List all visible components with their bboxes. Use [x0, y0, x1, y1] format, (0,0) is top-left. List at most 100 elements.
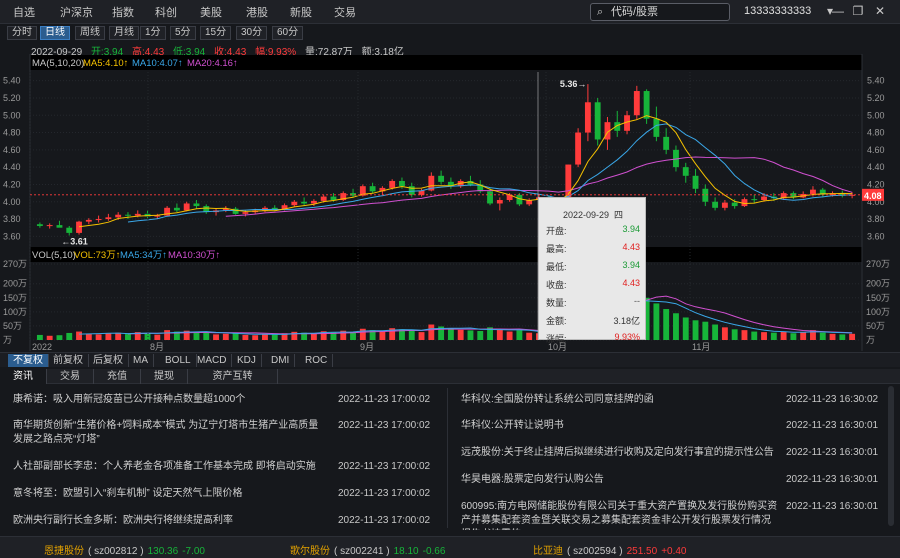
news-scrollbar[interactable]	[888, 386, 894, 526]
news-tab[interactable]: 交易	[47, 369, 94, 384]
indicator-tab[interactable]: 不复权	[8, 354, 49, 367]
candle-body[interactable]	[575, 132, 582, 165]
candle-body[interactable]	[633, 91, 640, 116]
menu-item[interactable]: 港股	[246, 4, 268, 20]
news-item[interactable]: 600995:南方电网储能股份有限公司关于重大资产置换及发行股份购买资产并募集配…	[461, 500, 889, 530]
menu-item[interactable]: 新股	[290, 4, 312, 20]
period-button[interactable]: 周线	[75, 26, 105, 40]
candle-body[interactable]	[350, 193, 356, 196]
news-title[interactable]: 欧洲央行副行长金多斯：欧洲央行将继续提高利率	[13, 514, 328, 528]
search-box[interactable]: ⌕	[590, 3, 730, 21]
menu-item[interactable]: 科创	[155, 4, 177, 20]
restore-button[interactable]: ❐	[850, 3, 866, 19]
candle-body[interactable]	[751, 199, 758, 201]
period-button[interactable]: 1分	[140, 26, 166, 40]
candle-body[interactable]	[76, 221, 82, 233]
indicator-tab[interactable]: 前复权	[48, 354, 89, 367]
candle-body[interactable]	[183, 203, 190, 211]
news-tab[interactable]: 资产互转	[188, 369, 278, 384]
indicator-tab[interactable]: ROC	[300, 354, 334, 367]
candle-body[interactable]	[301, 201, 308, 204]
candle-body[interactable]	[66, 227, 73, 233]
candle-body[interactable]	[85, 219, 92, 222]
news-title[interactable]: 华科仪:公开转让说明书	[461, 419, 779, 433]
ticker-item[interactable]: 比亚迪 ( sz002594 ) 251.50 +0.40	[533, 542, 691, 557]
news-item[interactable]: 华科仪:公开转让说明书 2022-11-23 16:30:01	[461, 419, 889, 449]
kline-chart[interactable]: 5.40 5.40 5.20 5.20 5.00 5.00 4.80 4.80 4.60 4.60…	[0, 54, 900, 351]
period-button[interactable]: 15分	[200, 26, 232, 40]
news-tab[interactable]: 提现	[141, 369, 188, 384]
news-title[interactable]: 远茂股份:关于终止挂牌后拟继续进行收购及定向发行事宜的提示性公告	[461, 446, 779, 460]
menu-item[interactable]: 美股	[200, 4, 222, 20]
candle-body[interactable]	[173, 207, 180, 211]
candle-body[interactable]	[193, 203, 200, 207]
indicator-tab[interactable]: KDJ	[232, 354, 262, 367]
candle-body[interactable]	[438, 175, 445, 182]
candle-body[interactable]	[584, 102, 591, 133]
candle-body[interactable]	[310, 200, 317, 204]
candle-body[interactable]	[653, 118, 660, 137]
period-button[interactable]: 60分	[272, 26, 304, 40]
candle-body[interactable]	[134, 213, 141, 216]
candle-body[interactable]	[56, 225, 63, 228]
candle-body[interactable]	[712, 201, 719, 208]
candle-body[interactable]	[594, 102, 601, 140]
candle-body[interactable]	[399, 180, 405, 187]
candle-body[interactable]	[125, 214, 131, 216]
menu-item[interactable]: 交易	[334, 4, 356, 20]
news-item[interactable]: 康希诺：吸入用新冠疫苗已公开接种点数量超1000个 2022-11-23 17:0…	[13, 393, 443, 421]
close-button[interactable]: ✕	[872, 3, 888, 19]
candle-body[interactable]	[487, 191, 493, 204]
candle-body[interactable]	[369, 186, 376, 192]
news-tab[interactable]: 充值	[94, 369, 141, 384]
news-title[interactable]: 南华期货创新“生猪价格+饲料成本”模式 为辽宁灯塔市生猪产业高质量发展之路点亮“…	[13, 419, 328, 447]
account-number[interactable]: 13333333333	[744, 5, 811, 17]
candle-body[interactable]	[291, 201, 298, 206]
candle-body[interactable]	[721, 202, 728, 208]
candle-body[interactable]	[36, 224, 43, 226]
period-button[interactable]: 月线	[109, 26, 139, 40]
search-input[interactable]	[611, 5, 726, 19]
news-item[interactable]: 华昊电器:股票定向发行认购公告 2022-11-23 16:30:01	[461, 473, 889, 503]
news-item[interactable]: 南华期货创新“生猪价格+饲料成本”模式 为辽宁灯塔市生猪产业高质量发展之路点亮“…	[13, 419, 443, 447]
news-item[interactable]: 欧洲央行副行长金多斯：欧洲央行将继续提高利率 2022-11-23 17:00:0…	[13, 514, 443, 530]
candle-body[interactable]	[242, 212, 249, 214]
period-button[interactable]: 日线	[40, 26, 70, 40]
news-item[interactable]: 意冬将至：欧盟引入“刹车机制” 设定天然气上限价格 2022-11-23 17:0…	[13, 487, 443, 515]
ticker-item[interactable]: 歌尔股份 ( sz002241 ) 18.10 -0.66	[290, 542, 449, 557]
menu-item[interactable]: 指数	[112, 4, 134, 20]
candle-body[interactable]	[643, 91, 650, 119]
period-button[interactable]: 30分	[236, 26, 268, 40]
candle-body[interactable]	[95, 219, 102, 221]
minimize-button[interactable]: —	[830, 3, 846, 19]
period-button[interactable]: 分时	[7, 26, 37, 40]
candle-body[interactable]	[320, 196, 327, 201]
ticker-item[interactable]: 恩捷股份 ( sz002812 ) 130.36 -7.00	[44, 542, 209, 557]
candle-body[interactable]	[115, 214, 122, 218]
period-button[interactable]: 5分	[170, 26, 196, 40]
indicator-tab[interactable]: DMI	[266, 354, 296, 367]
candle-body[interactable]	[731, 202, 738, 207]
search-icon[interactable]: ⌕	[597, 6, 603, 19]
news-title[interactable]: 600995:南方电网储能股份有限公司关于重大资产置换及发行股份购买资产并募集配…	[461, 500, 779, 530]
news-item[interactable]: 人社部副部长李忠：个人养老金各项准备工作基本完成 即将启动实施 2022-11-2…	[13, 460, 443, 488]
indicator-tab[interactable]: MA	[128, 354, 154, 367]
news-item[interactable]: 远茂股份:关于终止挂牌后拟继续进行收购及定向发行事宜的提示性公告 2022-11-…	[461, 446, 889, 476]
candle-body[interactable]	[682, 167, 689, 176]
candle-body[interactable]	[496, 200, 503, 204]
candle-body[interactable]	[810, 189, 816, 194]
candle-body[interactable]	[702, 188, 709, 202]
kline-svg[interactable]: 5.40 5.40 5.20 5.20 5.00 5.00 4.80 4.80 4.60 4.60…	[0, 54, 900, 351]
indicator-tab[interactable]: MACD	[192, 354, 233, 367]
candle-body[interactable]	[692, 175, 699, 189]
news-title[interactable]: 意冬将至：欧盟引入“刹车机制” 设定天然气上限价格	[13, 487, 328, 501]
news-title[interactable]: 康希诺：吸入用新冠疫苗已公开接种点数量超1000个	[13, 393, 328, 407]
candle-body[interactable]	[389, 180, 396, 188]
menu-item[interactable]: 自选	[13, 4, 35, 20]
candle-body[interactable]	[761, 196, 767, 201]
news-title[interactable]: 华科仪:全国股份转让系统公司同意挂牌的函	[461, 393, 779, 407]
candle-body[interactable]	[330, 196, 337, 201]
news-title[interactable]: 华昊电器:股票定向发行认购公告	[461, 473, 779, 487]
indicator-tab[interactable]: 后复权	[88, 354, 129, 367]
menu-item[interactable]: 沪深京	[60, 4, 93, 20]
